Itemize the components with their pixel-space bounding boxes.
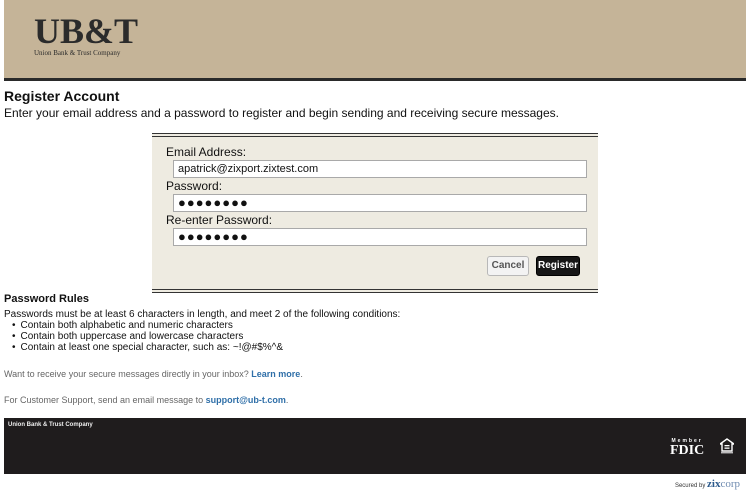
- inbox-note-end: .: [300, 369, 303, 379]
- zix-brand: zix: [707, 478, 721, 490]
- password-label: Password:: [166, 179, 223, 193]
- secured-prefix: Secured by: [674, 483, 706, 489]
- footer-bank-name: Union Bank & Trust Company: [8, 422, 93, 428]
- bank-logo: UB&T Union Bank & Trust Company: [34, 11, 139, 57]
- email-label: Email Address:: [166, 145, 247, 159]
- list-item: Contain both uppercase and lowercase cha…: [12, 331, 283, 342]
- cancel-button[interactable]: Cancel: [487, 256, 529, 276]
- header-banner: UB&T Union Bank & Trust Company: [4, 0, 746, 81]
- logo-mark: UB&T: [34, 11, 139, 51]
- support-note-end: .: [285, 395, 289, 405]
- footer: Union Bank & Trust Company Member FDIC: [4, 418, 746, 474]
- fdic-text: FDIC: [670, 443, 705, 458]
- page-title: Register Account: [4, 88, 120, 104]
- register-button[interactable]: Register: [536, 256, 580, 276]
- list-item: Contain both alphabetic and numeric char…: [12, 320, 283, 331]
- support-note-text: For Customer Support, send an email mess…: [4, 395, 206, 405]
- reenter-password-field[interactable]: ●●●●●●●●: [173, 228, 587, 246]
- password-rules-list: Contain both alphabetic and numeric char…: [12, 320, 284, 353]
- password-field[interactable]: ●●●●●●●●: [173, 194, 587, 212]
- page-subtitle: Enter your email address and a password …: [4, 106, 559, 120]
- equal-housing-icon: [717, 438, 737, 454]
- learn-more-link[interactable]: Learn more: [251, 369, 300, 379]
- support-email-link[interactable]: support@ub-t.com: [206, 395, 286, 405]
- secured-by-zixcorp: Secured by zixcorp: [675, 478, 740, 490]
- inbox-note: Want to receive your secure messages dir…: [4, 369, 303, 379]
- reenter-password-label: Re-enter Password:: [166, 213, 273, 227]
- list-item: Contain at least one special character, …: [12, 342, 284, 353]
- email-field[interactable]: apatrick@zixport.zixtest.com: [173, 160, 587, 178]
- password-rules-title: Password Rules: [4, 293, 89, 305]
- inbox-note-text: Want to receive your secure messages dir…: [4, 369, 252, 379]
- corp-brand: corp: [720, 478, 740, 490]
- password-rules-intro: Passwords must be at least 6 characters …: [4, 309, 401, 320]
- fdic-logo: Member FDIC: [670, 438, 704, 458]
- register-form: Email Address: apatrick@zixport.zixtest.…: [152, 133, 598, 293]
- support-note: For Customer Support, send an email mess…: [4, 395, 288, 405]
